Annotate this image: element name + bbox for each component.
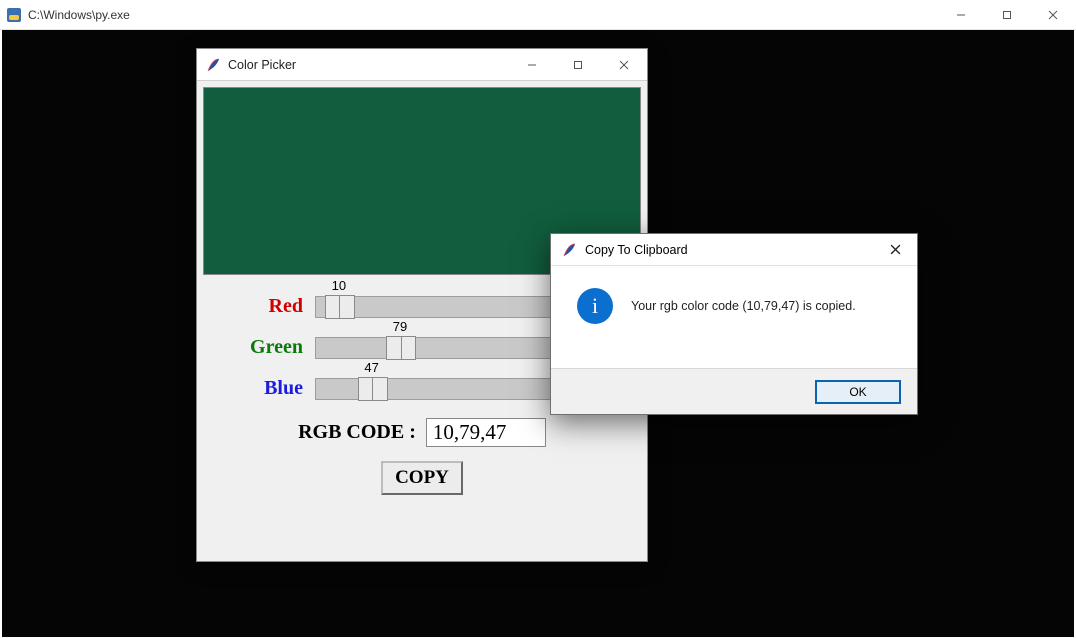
tk-feather-icon bbox=[205, 57, 221, 73]
rgb-code-line: RGB CODE : bbox=[197, 418, 647, 447]
red-label: Red bbox=[197, 295, 315, 318]
green-thumb[interactable] bbox=[386, 336, 416, 360]
picker-maximize-button[interactable] bbox=[555, 49, 601, 81]
outer-window-title: C:\Windows\py.exe bbox=[28, 8, 130, 22]
rgb-code-label: RGB CODE : bbox=[298, 421, 416, 444]
picker-window-title: Color Picker bbox=[228, 58, 296, 72]
blue-value: 47 bbox=[364, 360, 378, 375]
close-button[interactable] bbox=[1030, 0, 1076, 30]
outer-window: C:\Windows\py.exe Color Picker bbox=[0, 0, 1076, 639]
red-value: 10 bbox=[332, 278, 346, 293]
rgb-code-input[interactable] bbox=[426, 418, 546, 447]
red-thumb[interactable] bbox=[325, 295, 355, 319]
python-launcher-icon bbox=[6, 7, 22, 23]
msgbox-body: i Your rgb color code (10,79,47) is copi… bbox=[551, 266, 917, 340]
ok-button[interactable]: OK bbox=[815, 380, 901, 404]
outer-titlebar: C:\Windows\py.exe bbox=[0, 0, 1076, 30]
blue-label: Blue bbox=[197, 377, 315, 400]
msgbox-message: Your rgb color code (10,79,47) is copied… bbox=[631, 299, 856, 313]
maximize-button[interactable] bbox=[984, 0, 1030, 30]
picker-close-button[interactable] bbox=[601, 49, 647, 81]
outer-window-controls bbox=[938, 0, 1076, 30]
blue-thumb[interactable] bbox=[358, 377, 388, 401]
picker-titlebar: Color Picker bbox=[197, 49, 647, 81]
red-slider[interactable]: 10 bbox=[315, 296, 571, 318]
picker-minimize-button[interactable] bbox=[509, 49, 555, 81]
info-icon: i bbox=[577, 288, 613, 324]
console-client-area: Color Picker Red 10 bbox=[2, 30, 1074, 637]
minimize-button[interactable] bbox=[938, 0, 984, 30]
msgbox-title: Copy To Clipboard bbox=[585, 243, 688, 257]
msgbox-footer: OK bbox=[551, 368, 917, 414]
blue-slider[interactable]: 47 bbox=[315, 378, 571, 400]
green-slider[interactable]: 79 bbox=[315, 337, 571, 359]
copy-messagebox: Copy To Clipboard i Your rgb color code … bbox=[550, 233, 918, 415]
msgbox-close-button[interactable] bbox=[873, 234, 917, 266]
tk-feather-icon bbox=[561, 242, 577, 258]
green-value: 79 bbox=[393, 319, 407, 334]
msgbox-titlebar: Copy To Clipboard bbox=[551, 234, 917, 266]
green-label: Green bbox=[197, 336, 315, 359]
copy-button[interactable]: COPY bbox=[381, 461, 463, 495]
